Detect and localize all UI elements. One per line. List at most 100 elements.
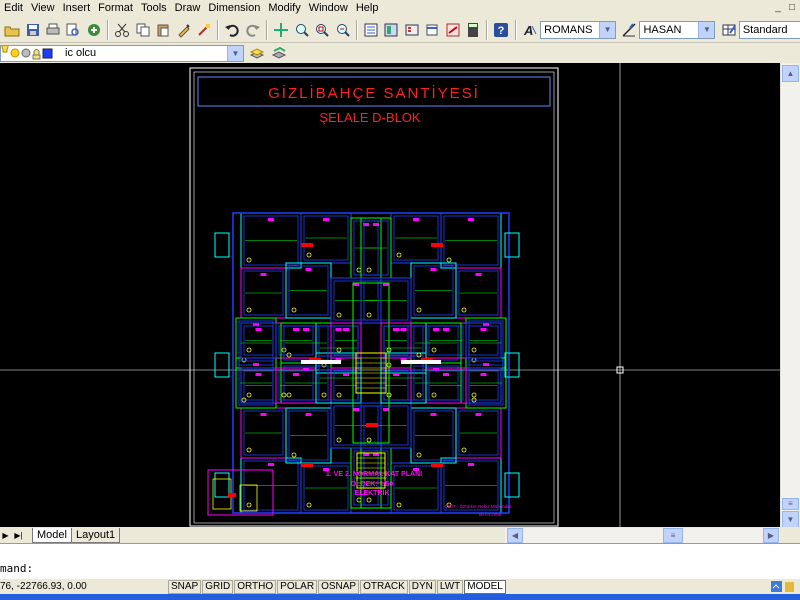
restore-button[interactable]: □ xyxy=(786,1,798,14)
plan-fixture xyxy=(443,328,449,331)
zoom-previous-icon[interactable] xyxy=(333,20,351,40)
menu-window[interactable]: Window xyxy=(305,0,352,17)
table-style-select[interactable]: Standard xyxy=(738,20,800,39)
vertical-scrollbar[interactable]: ▲ ≡ ▼ xyxy=(780,63,800,528)
plan-outlet xyxy=(291,452,297,458)
plan-outlet xyxy=(366,437,372,443)
scroll-right-button[interactable]: ▶ xyxy=(763,528,779,543)
paste-icon[interactable] xyxy=(154,20,172,40)
copy-icon[interactable] xyxy=(134,20,152,40)
menu-format[interactable]: Format xyxy=(94,0,137,17)
plan-outlet xyxy=(471,347,477,353)
markup-icon[interactable] xyxy=(443,20,461,40)
save-icon[interactable] xyxy=(23,20,41,40)
chevron-down-icon[interactable]: ▼ xyxy=(599,21,616,38)
plan-label-1: 1. VE 2. NORMAL KAT PLANI xyxy=(326,471,422,478)
block-editor-icon[interactable] xyxy=(195,20,213,40)
model-toggle[interactable]: MODEL xyxy=(464,579,506,594)
menu-dimension[interactable]: Dimension xyxy=(204,0,264,17)
menu-insert[interactable]: Insert xyxy=(59,0,95,17)
text-style-value: ROMANS xyxy=(544,23,593,36)
text-style-select[interactable]: ROMANS ▼ xyxy=(540,20,617,39)
calculator-icon[interactable] xyxy=(464,20,482,40)
floor-plan xyxy=(214,212,520,514)
scroll-left-button[interactable]: ◀ xyxy=(507,528,523,543)
plan-fixture xyxy=(255,373,262,376)
print-icon[interactable] xyxy=(44,20,62,40)
plan-fixture xyxy=(480,328,487,331)
chevron-down-icon[interactable]: ▼ xyxy=(227,45,243,61)
properties-icon[interactable] xyxy=(362,20,380,40)
tab-prev-icon[interactable]: ▶ xyxy=(0,531,11,540)
plan-panel-marker xyxy=(301,463,313,467)
ortho-toggle[interactable]: ORTHO xyxy=(234,579,277,594)
plan-outlet xyxy=(336,437,342,443)
plan-outlet xyxy=(416,452,422,458)
open-icon[interactable] xyxy=(3,20,21,40)
match-properties-icon[interactable] xyxy=(174,20,192,40)
tab-last-icon[interactable]: ▶| xyxy=(11,531,26,540)
plan-outlet xyxy=(396,502,402,508)
publish-icon[interactable] xyxy=(85,20,103,40)
scroll-up-button[interactable]: ▲ xyxy=(782,65,799,82)
plan-fixture xyxy=(480,373,487,376)
undo-icon[interactable] xyxy=(223,20,241,40)
scroll-thumb[interactable]: ≡ xyxy=(782,498,799,510)
pan-icon[interactable] xyxy=(272,20,290,40)
make-current-layer-icon[interactable] xyxy=(247,43,267,63)
hscroll-thumb[interactable]: ≡ xyxy=(663,528,683,543)
dyn-toggle[interactable]: DYN xyxy=(408,579,436,594)
help-icon[interactable]: ? xyxy=(492,20,510,40)
plan-outlet xyxy=(416,392,422,398)
zoom-window-icon[interactable] xyxy=(313,20,331,40)
horizontal-scrollbar[interactable]: ◀ ≡ ▶ xyxy=(505,528,780,543)
plan-outlet xyxy=(246,307,252,313)
layer-select[interactable]: ic olcu ▼ xyxy=(0,44,244,62)
plan-fixture xyxy=(303,328,309,331)
dim-style-select[interactable]: HASAN ▼ xyxy=(639,20,716,39)
menu-modify[interactable]: Modify xyxy=(264,0,304,17)
menu-draw[interactable]: Draw xyxy=(171,0,205,17)
otrack-toggle[interactable]: OTRACK xyxy=(360,579,408,594)
menu-tools[interactable]: Tools xyxy=(137,0,171,17)
chevron-down-icon[interactable]: ▼ xyxy=(698,21,715,38)
window-controls: _ □ xyxy=(772,1,798,14)
redo-icon[interactable] xyxy=(244,20,262,40)
toolbar-separator xyxy=(107,19,110,40)
minimize-button[interactable]: _ xyxy=(772,1,784,14)
cut-icon[interactable] xyxy=(113,20,131,40)
grid-toggle[interactable]: GRID xyxy=(202,579,234,594)
polar-toggle[interactable]: POLAR xyxy=(277,579,318,594)
menu-edit[interactable]: Edit xyxy=(0,0,27,17)
scroll-down-button[interactable]: ▼ xyxy=(782,511,799,528)
command-window[interactable]: mand: xyxy=(0,543,800,579)
plan-fixture xyxy=(255,328,262,331)
plan-fixture xyxy=(400,328,407,331)
tool-palettes-icon[interactable] xyxy=(403,20,421,40)
toolbar-separator xyxy=(355,19,358,40)
menu-help[interactable]: Help xyxy=(352,0,383,17)
plan-fixture xyxy=(260,413,267,416)
design-center-icon[interactable] xyxy=(382,20,400,40)
text-style-icon[interactable]: A xyxy=(521,20,539,40)
plan-fixture xyxy=(430,413,437,416)
menu-view[interactable]: View xyxy=(27,0,59,17)
drawing-title: GİZLİBAHÇE SANTİYESİ xyxy=(268,84,480,102)
plan-label-2: ÖLÇEK: 1/50 xyxy=(351,479,394,488)
table-style-icon[interactable] xyxy=(719,20,737,40)
plan-fixture xyxy=(260,273,267,276)
tab-model[interactable]: Model xyxy=(32,527,72,543)
layer-previous-icon[interactable] xyxy=(269,43,289,63)
tab-layout1[interactable]: Layout1 xyxy=(70,527,121,543)
plan-outlet xyxy=(246,447,252,453)
drawing-canvas[interactable]: GİZLİBAHÇE SANTİYESİ ŞELALE D-BLOK 1. VE… xyxy=(0,63,780,527)
plot-preview-icon[interactable] xyxy=(64,20,82,40)
plan-balcony xyxy=(214,232,230,258)
osnap-toggle[interactable]: OSNAP xyxy=(318,579,360,594)
zoom-realtime-icon[interactable] xyxy=(292,20,310,40)
snap-toggle[interactable]: SNAP xyxy=(168,579,202,594)
lwt-toggle[interactable]: LWT xyxy=(436,579,464,594)
sheet-set-icon[interactable] xyxy=(423,20,441,40)
plan-outlet xyxy=(246,392,252,398)
dim-style-icon[interactable] xyxy=(620,20,638,40)
